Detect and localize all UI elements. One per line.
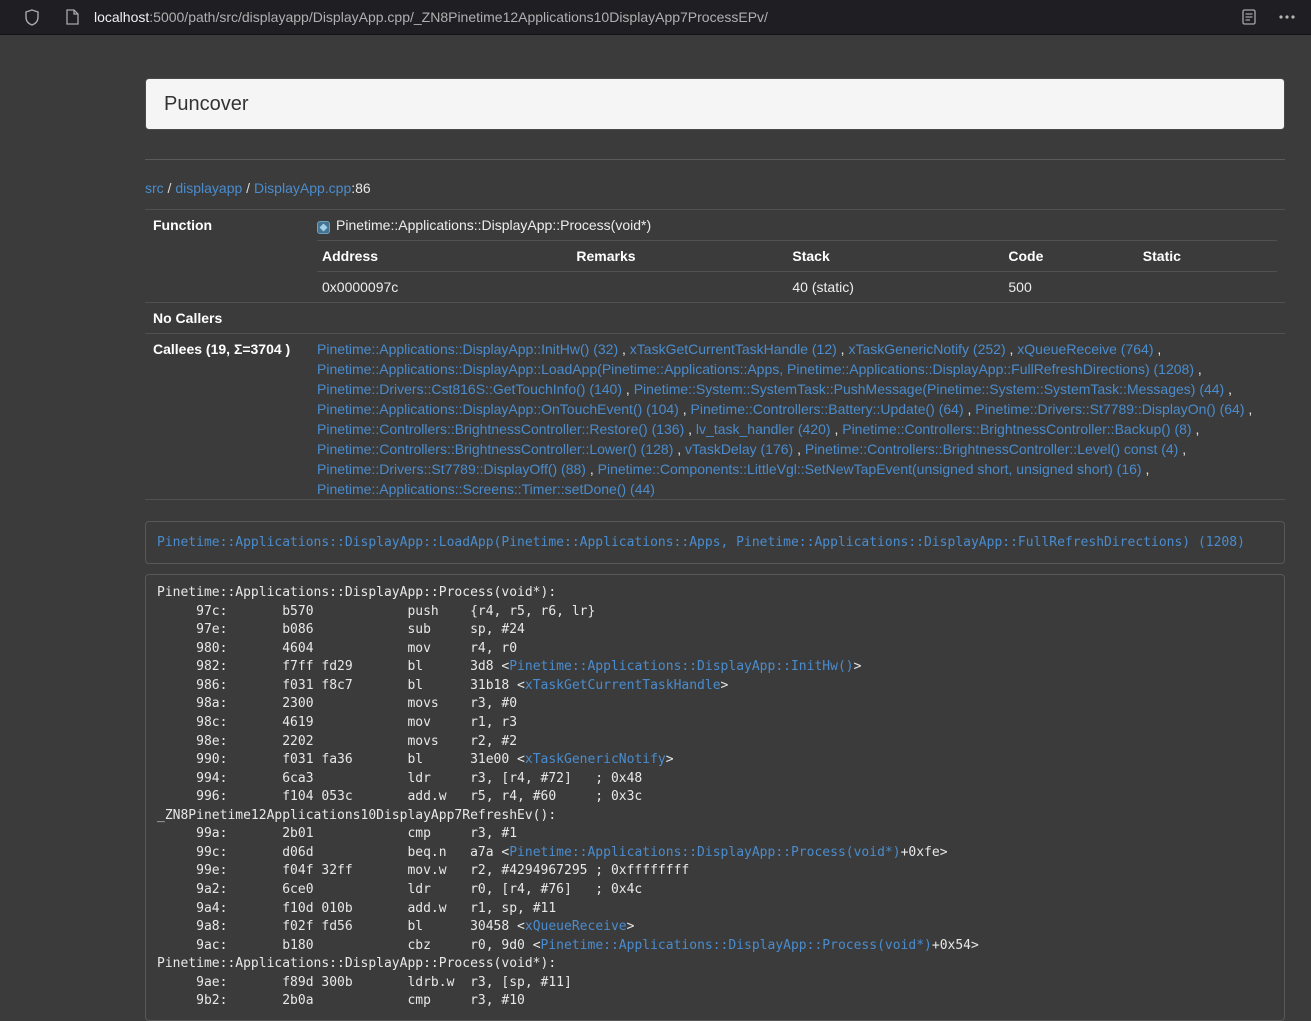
callee-link[interactable]: Pinetime::Applications::DisplayApp::Init… bbox=[317, 341, 618, 357]
callee-separator: , bbox=[1245, 401, 1253, 417]
callee-separator: , bbox=[1006, 341, 1018, 357]
code-symbol-link[interactable]: xQueueReceive bbox=[525, 919, 627, 934]
callee-separator: , bbox=[673, 441, 685, 457]
callee-link[interactable]: Pinetime::Components::LittleVgl::SetNewT… bbox=[598, 461, 1142, 477]
callee-separator: , bbox=[622, 381, 634, 397]
callee-link[interactable]: xTaskGenericNotify (252) bbox=[848, 341, 1005, 357]
callee-separator: , bbox=[831, 421, 843, 437]
url-bar[interactable]: localhost:5000/path/src/displayapp/Displ… bbox=[94, 9, 768, 25]
url-host: localhost bbox=[94, 9, 149, 25]
url-path: :5000/path/src/displayapp/DisplayApp.cpp… bbox=[149, 9, 768, 25]
callee-separator: , bbox=[684, 421, 696, 437]
callee-separator: , bbox=[837, 341, 849, 357]
page-container: Puncover src / displayapp / DisplayApp.c… bbox=[145, 35, 1285, 1021]
callee-link[interactable]: lv_task_handler (420) bbox=[696, 421, 831, 437]
callee-separator: , bbox=[793, 441, 805, 457]
callee-link[interactable]: Pinetime::Drivers::St7789::DisplayOn() (… bbox=[975, 401, 1244, 417]
callee-separator: , bbox=[1142, 461, 1150, 477]
function-table: Function Pinetime::Applications::Display… bbox=[145, 209, 1285, 500]
breadcrumb-link[interactable]: src bbox=[145, 180, 164, 196]
function-row-label: Function bbox=[145, 210, 309, 303]
callee-separator: , bbox=[1178, 441, 1186, 457]
callee-separator: , bbox=[964, 401, 976, 417]
callee-link[interactable]: Pinetime::Controllers::BrightnessControl… bbox=[842, 421, 1191, 437]
callee-link[interactable]: Pinetime::Controllers::BrightnessControl… bbox=[317, 441, 673, 457]
breadcrumb-line-number: :86 bbox=[351, 180, 370, 196]
callee-separator: , bbox=[586, 461, 598, 477]
callee-link[interactable]: vTaskDelay (176) bbox=[685, 441, 793, 457]
code-symbol-link[interactable]: xTaskGenericNotify bbox=[525, 752, 666, 767]
static-cell bbox=[1138, 272, 1277, 303]
metrics-value-row: 0x0000097c 40 (static) 500 bbox=[317, 272, 1277, 303]
no-callers-row: No Callers bbox=[145, 303, 1285, 334]
callee-link[interactable]: Pinetime::Applications::DisplayApp::Load… bbox=[317, 361, 1194, 377]
callee-separator: , bbox=[1192, 421, 1200, 437]
function-name: Pinetime::Applications::DisplayApp::Proc… bbox=[336, 215, 651, 235]
breadcrumb-separator: / bbox=[242, 180, 254, 196]
callee-link[interactable]: xTaskGetCurrentTaskHandle (12) bbox=[630, 341, 837, 357]
col-stack: Stack bbox=[787, 241, 1003, 272]
callee-link[interactable]: Pinetime::Applications::DisplayApp::OnTo… bbox=[317, 401, 679, 417]
breadcrumb-link[interactable]: displayapp bbox=[175, 180, 242, 196]
page-title: Puncover bbox=[164, 93, 1266, 115]
puncover-header-panel: Puncover bbox=[145, 78, 1285, 130]
metrics-header-row: Address Remarks Stack Code Static bbox=[317, 241, 1277, 272]
metrics-table: Address Remarks Stack Code Static 0x0000… bbox=[317, 240, 1277, 302]
callee-separator: , bbox=[1153, 341, 1161, 357]
callees-label: Callees (19, Σ=3704 ) bbox=[145, 334, 309, 500]
code-cell: 500 bbox=[1003, 272, 1137, 303]
col-remarks: Remarks bbox=[571, 241, 787, 272]
tracking-protection-shield-icon[interactable] bbox=[20, 5, 44, 29]
callee-link[interactable]: Pinetime::Controllers::BrightnessControl… bbox=[317, 421, 684, 437]
code-symbol-link[interactable]: Pinetime::Applications::DisplayApp::Proc… bbox=[509, 845, 900, 860]
no-callers-content bbox=[309, 303, 1285, 334]
breadcrumb-link[interactable]: DisplayApp.cpp bbox=[254, 180, 351, 196]
callee-link[interactable]: Pinetime::Drivers::Cst816S::GetTouchInfo… bbox=[317, 381, 622, 397]
selected-symbol-link[interactable]: Pinetime::Applications::DisplayApp::Load… bbox=[157, 535, 1245, 550]
function-type-icon bbox=[317, 219, 330, 232]
function-signature: Pinetime::Applications::DisplayApp::Proc… bbox=[317, 215, 1277, 235]
callee-link[interactable]: Pinetime::Controllers::Battery::Update()… bbox=[691, 401, 964, 417]
callee-link[interactable]: Pinetime::System::SystemTask::PushMessag… bbox=[634, 381, 1225, 397]
callee-link[interactable]: Pinetime::Applications::Screens::Timer::… bbox=[317, 481, 655, 497]
callees-list: Pinetime::Applications::DisplayApp::Init… bbox=[309, 334, 1285, 500]
browser-toolbar: localhost:5000/path/src/displayapp/Displ… bbox=[0, 0, 1311, 35]
divider bbox=[145, 159, 1285, 160]
callee-separator: , bbox=[1194, 361, 1202, 377]
disassembly-block: Pinetime::Applications::DisplayApp::Proc… bbox=[145, 574, 1285, 1021]
code-symbol-link[interactable]: Pinetime::Applications::DisplayApp::Init… bbox=[509, 659, 853, 674]
callee-separator: , bbox=[679, 401, 691, 417]
code-symbol-link[interactable]: xTaskGetCurrentTaskHandle bbox=[525, 678, 721, 693]
function-row: Function Pinetime::Applications::Display… bbox=[145, 210, 1285, 303]
callee-link[interactable]: xQueueReceive (764) bbox=[1017, 341, 1153, 357]
code-symbol-link[interactable]: Pinetime::Applications::DisplayApp::Proc… bbox=[541, 938, 932, 953]
breadcrumb: src / displayapp / DisplayApp.cpp:86 bbox=[145, 178, 1285, 198]
more-options-icon[interactable] bbox=[1275, 5, 1299, 29]
col-code: Code bbox=[1003, 241, 1137, 272]
selected-symbol-box: Pinetime::Applications::DisplayApp::Load… bbox=[145, 521, 1285, 564]
callee-link[interactable]: Pinetime::Drivers::St7789::DisplayOff() … bbox=[317, 461, 586, 477]
callee-link[interactable]: Pinetime::Controllers::BrightnessControl… bbox=[805, 441, 1178, 457]
remarks-cell bbox=[571, 272, 787, 303]
callee-separator: , bbox=[1224, 381, 1232, 397]
address-cell: 0x0000097c bbox=[317, 272, 571, 303]
breadcrumb-separator: / bbox=[164, 180, 176, 196]
col-address: Address bbox=[317, 241, 571, 272]
page-icon[interactable] bbox=[60, 5, 84, 29]
callee-separator: , bbox=[618, 341, 630, 357]
callees-row: Callees (19, Σ=3704 ) Pinetime::Applicat… bbox=[145, 334, 1285, 500]
col-static: Static bbox=[1138, 241, 1277, 272]
no-callers-label: No Callers bbox=[145, 303, 309, 334]
stack-cell: 40 (static) bbox=[787, 272, 1003, 303]
reader-mode-icon[interactable] bbox=[1237, 5, 1261, 29]
